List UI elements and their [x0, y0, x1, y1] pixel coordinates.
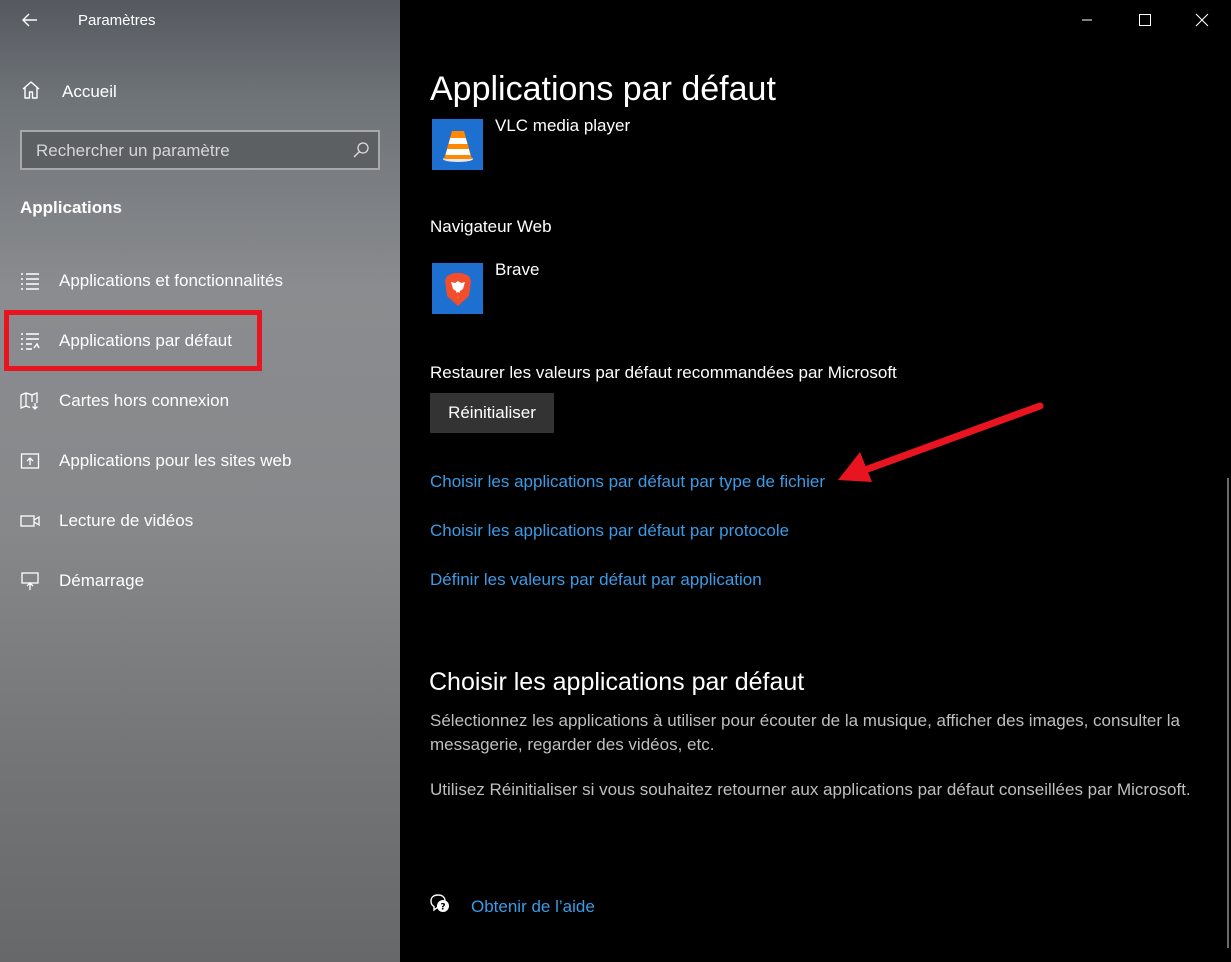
- sidebar-item-label: Cartes hors connexion: [59, 391, 230, 410]
- home-icon: [20, 79, 42, 106]
- main-content: Applications par défaut VLC media player…: [400, 0, 1231, 962]
- sidebar-item-startup[interactable]: Démarrage: [20, 566, 144, 596]
- browser-label: Navigateur Web: [430, 217, 552, 236]
- home-label: Accueil: [62, 82, 117, 101]
- choose-by-file-type-link[interactable]: Choisir les applications par défaut par …: [430, 472, 825, 492]
- offline-maps-icon: [20, 391, 40, 411]
- apps-for-websites-icon: [20, 451, 40, 471]
- search-icon: [352, 141, 370, 159]
- sidebar: Paramètres Accueil Applications Applicat…: [0, 0, 400, 962]
- brave-icon: [432, 263, 483, 314]
- minimize-icon[interactable]: [1065, 6, 1109, 34]
- reset-label: Restaurer les valeurs par défaut recomma…: [430, 363, 897, 382]
- help-chat-icon: ?: [428, 892, 452, 921]
- sidebar-item-label: Démarrage: [59, 571, 145, 590]
- section-title: Applications: [20, 198, 123, 217]
- video-player-default[interactable]: VLC media player: [432, 116, 631, 170]
- startup-icon: [20, 571, 40, 591]
- sidebar-item-label: Lecture de vidéos: [59, 511, 194, 530]
- browser-app-name: Brave: [495, 260, 540, 279]
- apps-features-icon: [20, 271, 40, 291]
- set-defaults-by-app-link[interactable]: Définir les valeurs par défaut par appli…: [430, 570, 762, 590]
- info-paragraph-2: Utilisez Réinitialiser si vous souhaitez…: [430, 780, 1191, 799]
- svg-text:?: ?: [440, 903, 445, 913]
- reset-button[interactable]: Réinitialiser: [430, 393, 554, 433]
- sidebar-item-label: Applications pour les sites web: [59, 451, 292, 470]
- get-help-link[interactable]: ? Obtenir de l’aide: [428, 892, 595, 921]
- sidebar-item-offline-maps[interactable]: Cartes hors connexion: [20, 386, 229, 416]
- video-playback-icon: [20, 511, 40, 531]
- maximize-icon[interactable]: [1123, 6, 1167, 34]
- info-title: Choisir les applications par défaut: [429, 668, 805, 696]
- sidebar-item-video-playback[interactable]: Lecture de vidéos: [20, 506, 193, 536]
- video-app-name: VLC media player: [495, 116, 631, 135]
- sidebar-item-apps-features[interactable]: Applications et fonctionnalités: [20, 266, 283, 296]
- choose-by-protocol-link[interactable]: Choisir les applications par défaut par …: [430, 521, 789, 541]
- highlight-box: [4, 310, 262, 371]
- scrollbar[interactable]: [1227, 478, 1229, 948]
- close-icon[interactable]: [1180, 6, 1224, 34]
- sidebar-item-label: Applications et fonctionnalités: [59, 271, 283, 290]
- home-nav-item[interactable]: Accueil: [20, 80, 117, 104]
- vlc-icon: [432, 119, 483, 170]
- browser-default[interactable]: Brave: [432, 260, 540, 314]
- annotation-arrow-icon: [838, 402, 1044, 482]
- back-arrow-icon[interactable]: [18, 8, 42, 32]
- sidebar-item-apps-websites[interactable]: Applications pour les sites web: [20, 446, 291, 476]
- page-title: Applications par défaut: [430, 70, 776, 108]
- search-input[interactable]: [36, 140, 336, 162]
- info-paragraph-1: Sélectionnez les applications à utiliser…: [430, 711, 1180, 754]
- help-link-label: Obtenir de l’aide: [471, 896, 595, 916]
- search-box[interactable]: [20, 130, 380, 170]
- window-title: Paramètres: [78, 12, 156, 29]
